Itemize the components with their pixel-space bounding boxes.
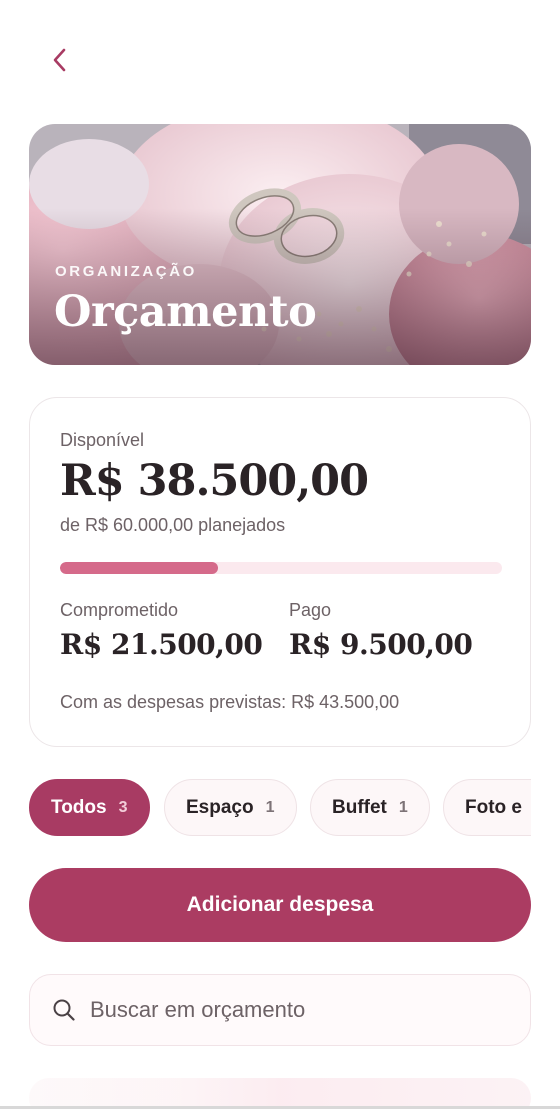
- filter-chip-label: Todos: [51, 796, 107, 818]
- filter-chip-todos[interactable]: Todos 3: [29, 779, 150, 836]
- filter-chip-count: 1: [265, 798, 275, 816]
- planned-text: de R$ 60.000,00 planejados: [60, 515, 286, 535]
- category-filter-bar: Todos 3 Espaço 1 Buffet 1 Foto e: [29, 779, 531, 837]
- back-button[interactable]: [40, 40, 80, 80]
- filter-chip-label: Buffet: [332, 796, 387, 818]
- hero-eyebrow: ORGANIZAÇÃO: [55, 263, 197, 280]
- hero-banner: ORGANIZAÇÃO Orçamento: [29, 124, 531, 365]
- committed-label: Comprometido: [60, 600, 179, 620]
- filter-chip-label: Espaço: [186, 796, 254, 818]
- search-icon: [53, 999, 75, 1021]
- search-bar[interactable]: [29, 974, 531, 1046]
- page-title: Orçamento: [54, 287, 317, 337]
- available-label: Disponível: [60, 430, 145, 450]
- committed-value: R$ 21.500,00: [60, 628, 263, 661]
- forecast-text: Com as despesas previstas: R$ 43.500,00: [60, 692, 400, 712]
- filter-chip-espaco[interactable]: Espaço 1: [164, 779, 297, 836]
- filter-chip-label: Foto e: [465, 796, 522, 818]
- available-value: R$ 38.500,00: [60, 456, 369, 506]
- chevron-left-icon: [53, 48, 66, 72]
- budget-progress-bar: [60, 562, 502, 574]
- budget-progress-fill: [60, 562, 218, 574]
- expense-list-peek: [29, 1078, 531, 1109]
- filter-chip-count: 1: [398, 798, 408, 816]
- budget-summary-card: Disponível R$ 38.500,00 de R$ 60.000,00 …: [29, 397, 531, 747]
- add-expense-button[interactable]: Adicionar despesa: [29, 868, 531, 942]
- filter-chip-buffet[interactable]: Buffet 1: [310, 779, 430, 836]
- paid-label: Pago: [289, 600, 332, 620]
- paid-value: R$ 9.500,00: [289, 628, 473, 661]
- filter-chip-count: 3: [118, 798, 128, 816]
- search-input[interactable]: [90, 997, 490, 1023]
- filter-chip-foto[interactable]: Foto e: [443, 779, 531, 836]
